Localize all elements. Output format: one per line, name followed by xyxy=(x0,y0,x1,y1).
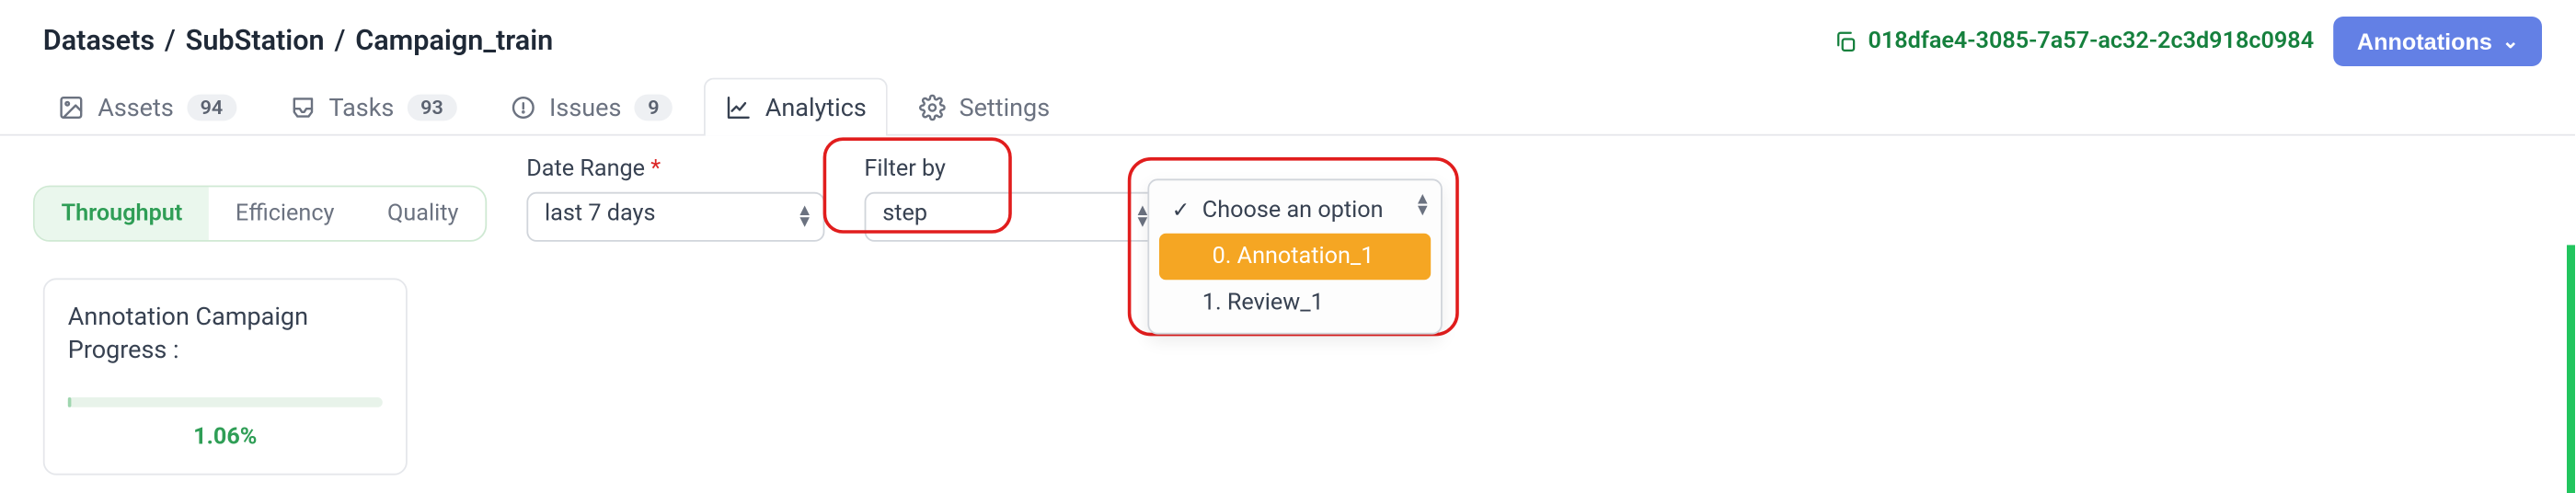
annotations-button-label: Annotations xyxy=(2357,29,2492,55)
required-indicator: * xyxy=(650,155,661,182)
copy-icon xyxy=(1834,29,1858,54)
dataset-uuid[interactable]: 018dfae4-3085-7a57-ac32-2c3d918c0984 xyxy=(1834,29,2314,55)
filter-by-select[interactable]: step ▲▼ xyxy=(864,192,1162,242)
filter-by-label: Filter by xyxy=(864,155,1162,182)
breadcrumb-sep: / xyxy=(165,25,176,58)
breadcrumb-sep: / xyxy=(334,25,345,58)
tab-label: Tasks xyxy=(328,93,394,122)
dropdown-option-label: 0. Annotation_1 xyxy=(1213,244,1374,270)
breadcrumb: Datasets / SubStation / Campaign_train xyxy=(43,25,553,58)
chevron-down-icon: ⌄ xyxy=(2502,29,2519,52)
tab-analytics[interactable]: Analytics xyxy=(704,78,888,136)
seg-throughput[interactable]: Throughput xyxy=(35,187,209,240)
tab-assets[interactable]: Assets 94 xyxy=(37,78,258,136)
uuid-text: 018dfae4-3085-7a57-ac32-2c3d918c0984 xyxy=(1868,29,2314,55)
chart-line-icon xyxy=(726,95,753,121)
metric-segmented: Throughput Efficiency Quality xyxy=(33,186,487,242)
dropdown-option-choose[interactable]: ✓ Choose an option xyxy=(1149,187,1441,233)
seg-quality[interactable]: Quality xyxy=(361,187,485,240)
progress-bar-fill xyxy=(68,396,72,407)
tab-label: Assets xyxy=(98,93,174,122)
updown-icon: ▲▼ xyxy=(1414,194,1431,217)
inbox-icon xyxy=(289,95,316,121)
dropdown-option-label: 1. Review_1 xyxy=(1202,290,1324,316)
dropdown-option-label: Choose an option xyxy=(1202,197,1384,224)
tab-count: 93 xyxy=(408,95,456,121)
tab-issues[interactable]: Issues 9 xyxy=(488,78,694,136)
seg-efficiency[interactable]: Efficiency xyxy=(209,187,361,240)
image-icon xyxy=(58,95,85,121)
updown-icon: ▲▼ xyxy=(797,205,813,228)
dropdown-option-review1[interactable]: 1. Review_1 xyxy=(1149,280,1441,326)
tab-settings[interactable]: Settings xyxy=(898,78,1072,136)
progress-card: Annotation Campaign Progress : 1.06% xyxy=(43,278,408,474)
filter-by-value: step xyxy=(882,201,927,227)
tab-label: Settings xyxy=(960,93,1051,122)
tab-label: Issues xyxy=(549,93,621,122)
tab-count: 9 xyxy=(635,95,673,121)
progress-card-title: Annotation Campaign Progress : xyxy=(68,300,383,367)
breadcrumb-mid[interactable]: SubStation xyxy=(186,25,325,58)
progress-percent: 1.06% xyxy=(68,423,383,450)
tab-label: Analytics xyxy=(765,93,867,122)
date-range-select[interactable]: last 7 days ▲▼ xyxy=(526,192,824,242)
alert-circle-icon xyxy=(510,95,536,121)
date-range-value: last 7 days xyxy=(545,201,655,227)
breadcrumb-leaf[interactable]: Campaign_train xyxy=(355,25,553,58)
progress-bar xyxy=(68,396,383,407)
checkmark-icon: ✓ xyxy=(1169,198,1192,223)
date-range-label: Date Range * xyxy=(526,155,824,182)
annotations-button[interactable]: Annotations ⌄ xyxy=(2334,17,2542,66)
breadcrumb-root[interactable]: Datasets xyxy=(43,25,155,58)
accent-rail xyxy=(2567,245,2575,493)
tabbar: Assets 94 Tasks 93 Issues 9 A xyxy=(0,76,2575,136)
gear-icon xyxy=(919,95,946,121)
tab-tasks[interactable]: Tasks 93 xyxy=(268,78,478,136)
tab-count: 94 xyxy=(187,95,236,121)
dropdown-option-annotation1[interactable]: 0. Annotation_1 xyxy=(1159,234,1431,280)
filter-value-dropdown[interactable]: ▲▼ ✓ Choose an option 0. Annotation_1 1.… xyxy=(1147,178,1442,334)
